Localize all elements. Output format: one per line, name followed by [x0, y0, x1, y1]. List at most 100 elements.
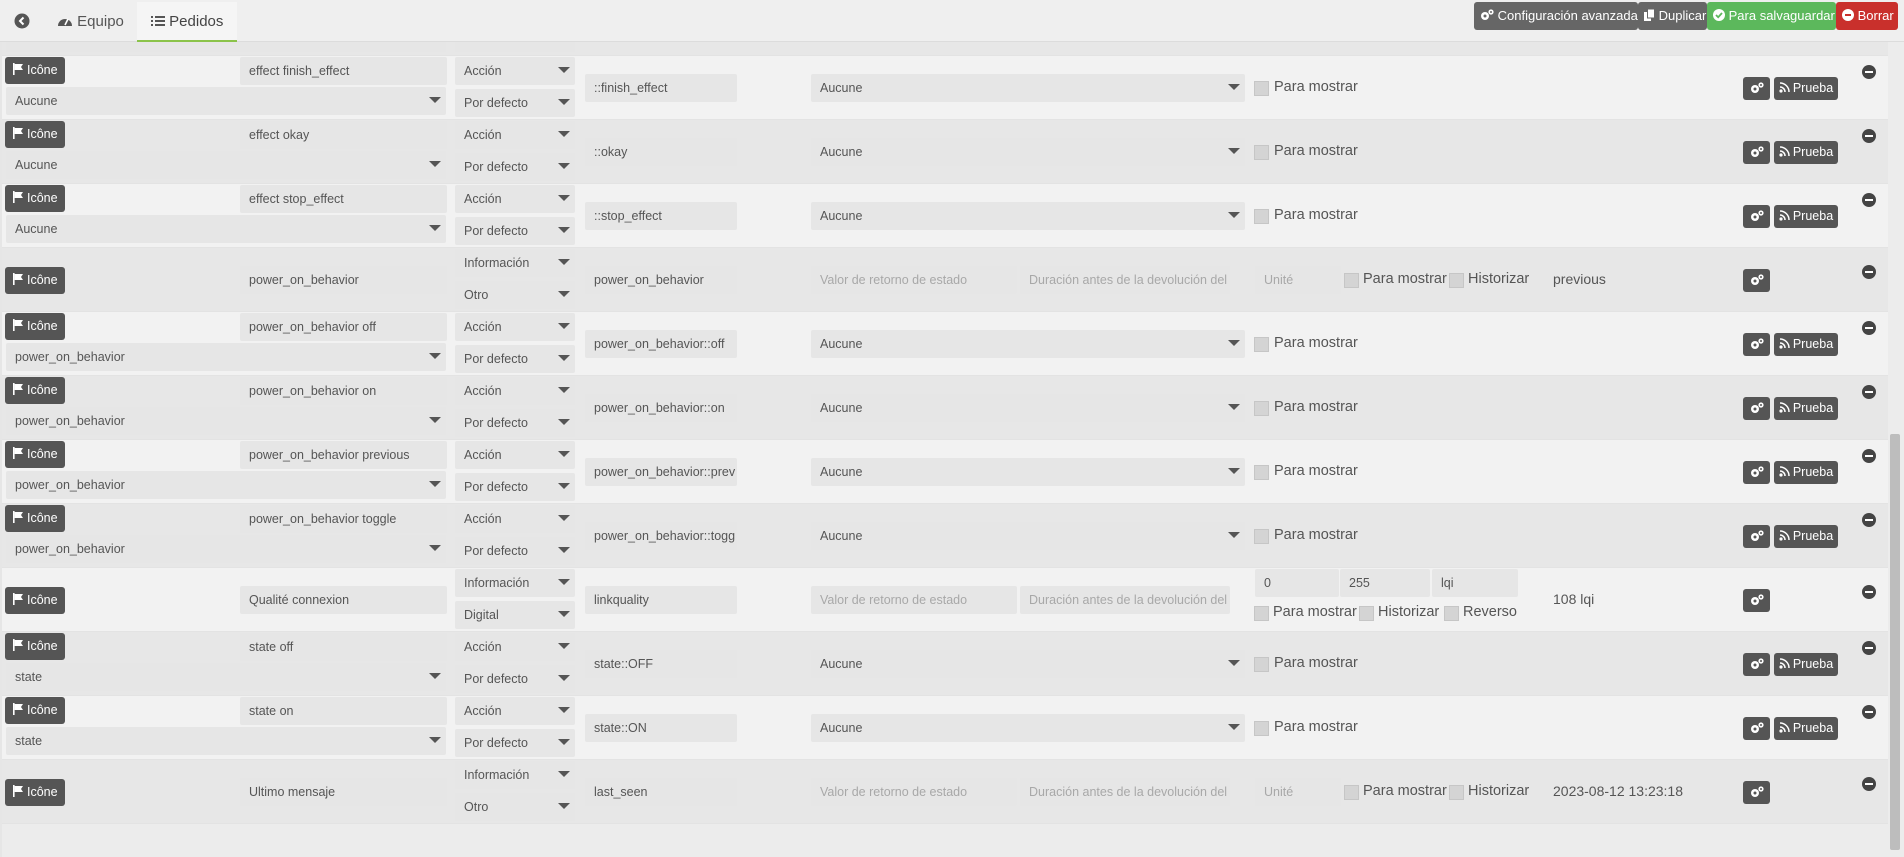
back-button[interactable]	[8, 2, 36, 42]
return-state-input[interactable]: Valor de retorno de estado	[811, 586, 1017, 614]
subtype-select[interactable]: Otro	[455, 793, 575, 821]
icon-button[interactable]: Icône	[5, 267, 65, 294]
logical-id-input[interactable]: power_on_behavior::togg	[585, 522, 737, 550]
type-select[interactable]: Acción	[455, 57, 575, 85]
advanced-settings-button[interactable]	[1743, 781, 1770, 804]
min-value-input[interactable]: 0	[1255, 569, 1339, 597]
type-select[interactable]: Acción	[455, 185, 575, 213]
subtype-select[interactable]: Otro	[455, 281, 575, 309]
value-select[interactable]: Aucune	[811, 138, 1245, 166]
command-name-input[interactable]: Ultimo mensaje	[240, 778, 447, 806]
advanced-settings-button[interactable]	[1743, 589, 1770, 612]
type-select[interactable]: Acción	[455, 441, 575, 469]
info-command-select[interactable]: Aucune	[6, 215, 446, 243]
test-button[interactable]: Prueba	[1774, 205, 1838, 228]
subtype-select[interactable]: Por defecto	[455, 537, 575, 565]
test-button[interactable]: Prueba	[1774, 141, 1838, 164]
subtype-select[interactable]: Por defecto	[455, 42, 575, 52]
remove-command-icon[interactable]	[1862, 641, 1876, 655]
remove-command-icon[interactable]	[1862, 585, 1876, 599]
remove-command-icon[interactable]	[1862, 265, 1876, 279]
type-select[interactable]: Acción	[455, 121, 575, 149]
command-name-input[interactable]: effect okay	[240, 121, 447, 149]
duration-input[interactable]: Duración antes de la devolución del	[1020, 778, 1230, 806]
icon-button[interactable]: Icône	[5, 505, 65, 532]
history-checkbox[interactable]	[1449, 785, 1464, 800]
info-command-select[interactable]: Aucune	[6, 151, 446, 179]
type-select[interactable]: Acción	[455, 313, 575, 341]
subtype-select[interactable]: Digital	[455, 601, 575, 629]
logical-id-input[interactable]: power_on_behavior::on	[585, 394, 737, 422]
show-checkbox[interactable]	[1254, 721, 1269, 736]
advanced-config-button[interactable]: Configuración avanzada	[1474, 2, 1638, 30]
value-select[interactable]: Aucune	[811, 714, 1245, 742]
subtype-select[interactable]: Por defecto	[455, 665, 575, 693]
duration-input[interactable]: Duración antes de la devolución del	[1020, 266, 1230, 294]
type-select[interactable]: Información	[455, 249, 575, 277]
logical-id-input[interactable]: power_on_behavior::off	[585, 330, 737, 358]
command-name-input[interactable]: effect finish_effect	[240, 57, 447, 85]
logical-id-input[interactable]: last_seen	[585, 778, 737, 806]
advanced-settings-button[interactable]	[1743, 525, 1770, 548]
type-select[interactable]: Información	[455, 761, 575, 789]
logical-id-input[interactable]: ::stop_effect	[585, 202, 737, 230]
value-select[interactable]: Aucune	[811, 202, 1245, 230]
subtype-select[interactable]: Por defecto	[455, 153, 575, 181]
subtype-select[interactable]: Por defecto	[455, 409, 575, 437]
icon-button[interactable]: Icône	[5, 441, 65, 468]
test-button[interactable]: Prueba	[1774, 77, 1838, 100]
command-name-input[interactable]: power_on_behavior	[240, 266, 447, 294]
advanced-settings-button[interactable]	[1743, 397, 1770, 420]
scrollbar-thumb[interactable]	[1890, 434, 1900, 850]
tab-equipo[interactable]: Equipo	[45, 2, 136, 42]
type-select[interactable]: Información	[455, 569, 575, 597]
advanced-settings-button[interactable]	[1743, 77, 1770, 100]
command-name-input[interactable]: power_on_behavior toggle	[240, 505, 447, 533]
test-button[interactable]: Prueba	[1774, 461, 1838, 484]
show-checkbox[interactable]	[1254, 465, 1269, 480]
icon-button[interactable]: Icône	[5, 377, 65, 404]
invert-checkbox[interactable]	[1444, 606, 1459, 621]
show-checkbox[interactable]	[1344, 785, 1359, 800]
advanced-settings-button[interactable]	[1743, 205, 1770, 228]
delete-button[interactable]: Borrar	[1836, 2, 1898, 30]
max-value-input[interactable]: 255	[1340, 569, 1430, 597]
advanced-settings-button[interactable]	[1743, 653, 1770, 676]
value-select[interactable]: Aucune	[811, 522, 1245, 550]
tab-pedidos[interactable]: Pedidos	[137, 2, 238, 42]
type-select[interactable]: Acción	[455, 633, 575, 661]
show-checkbox[interactable]	[1254, 337, 1269, 352]
show-checkbox[interactable]	[1254, 657, 1269, 672]
remove-command-icon[interactable]	[1862, 385, 1876, 399]
type-select[interactable]: Acción	[455, 377, 575, 405]
value-select[interactable]: Aucune	[811, 74, 1245, 102]
remove-command-icon[interactable]	[1862, 777, 1876, 791]
remove-command-icon[interactable]	[1862, 193, 1876, 207]
test-button[interactable]: Prueba	[1774, 525, 1838, 548]
show-checkbox[interactable]	[1254, 81, 1269, 96]
type-select[interactable]: Acción	[455, 505, 575, 533]
test-button[interactable]: Prueba	[1774, 333, 1838, 356]
remove-command-icon[interactable]	[1862, 449, 1876, 463]
subtype-select[interactable]: Por defecto	[455, 217, 575, 245]
command-name-input[interactable]: power_on_behavior on	[240, 377, 447, 405]
info-select[interactable]: Aucune	[6, 42, 446, 52]
show-checkbox[interactable]	[1344, 273, 1359, 288]
command-name-input[interactable]: state off	[240, 633, 447, 661]
icon-button[interactable]: Icône	[5, 185, 65, 212]
subtype-select[interactable]: Por defecto	[455, 345, 575, 373]
duration-input[interactable]: Duración antes de la devolución del	[1020, 586, 1230, 614]
remove-command-icon[interactable]	[1862, 321, 1876, 335]
remove-command-icon[interactable]	[1862, 513, 1876, 527]
info-command-select[interactable]: state	[6, 663, 446, 691]
logical-id-input[interactable]: ::okay	[585, 138, 737, 166]
remove-command-icon[interactable]	[1862, 129, 1876, 143]
command-name-input[interactable]: state on	[240, 697, 447, 725]
info-command-select[interactable]: power_on_behavior	[6, 407, 446, 435]
value-select[interactable]: Aucune	[811, 458, 1245, 486]
icon-button[interactable]: Icône	[5, 313, 65, 340]
test-button[interactable]: Prueba	[1774, 653, 1838, 676]
icon-button[interactable]: Icône	[5, 697, 65, 724]
subtype-select[interactable]: Por defecto	[455, 89, 575, 117]
history-checkbox[interactable]	[1449, 273, 1464, 288]
